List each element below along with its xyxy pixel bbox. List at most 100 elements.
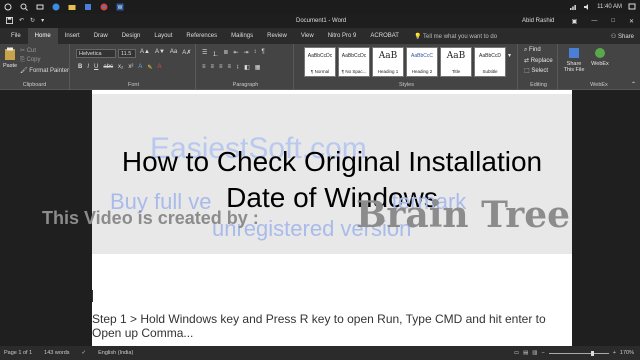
folder-icon[interactable] [68, 3, 76, 11]
undo-icon[interactable]: ↶ [19, 17, 24, 26]
style-title[interactable]: AaB Title [440, 47, 472, 77]
collapse-ribbon-icon[interactable]: ⌃ [631, 81, 636, 88]
tab-view[interactable]: View [294, 28, 321, 44]
select-button[interactable]: ⬚ Select [524, 67, 548, 74]
styles-more-icon[interactable]: ▾ [508, 52, 511, 59]
clock[interactable]: 11:40 AM [597, 4, 622, 10]
document-page[interactable]: EasiestSoft.com How to Check Original In… [42, 90, 572, 346]
style-normal[interactable]: AaBbCcDc ¶ Normal [304, 47, 336, 77]
webex-button[interactable]: WebEx [590, 47, 610, 67]
minimize-icon[interactable]: — [591, 18, 597, 25]
superscript-button[interactable]: x² [128, 64, 133, 71]
print-layout-icon[interactable]: ▤ [523, 350, 528, 356]
read-mode-icon[interactable]: ▭ [514, 350, 519, 356]
zoom-slider[interactable] [548, 350, 609, 356]
underline-button[interactable]: U [94, 64, 98, 71]
tell-me-label: Tell me what you want to do [423, 33, 498, 40]
start-icon[interactable] [4, 3, 12, 11]
word-icon[interactable]: W [116, 3, 124, 11]
close-icon[interactable]: ✕ [629, 18, 634, 25]
page-count[interactable]: Page 1 of 1 [4, 350, 32, 356]
proofing-icon[interactable]: ✓ [82, 350, 87, 356]
taskbar: W 11:40 AM [0, 0, 640, 14]
edge-icon[interactable] [52, 3, 60, 11]
borders-icon[interactable]: ▦ [255, 64, 261, 71]
notification-icon[interactable] [628, 3, 636, 11]
style-no-spacing[interactable]: AaBbCcDc ¶ No Spac... [338, 47, 370, 77]
line-spacing-icon[interactable]: ↨ [236, 64, 239, 71]
save-icon[interactable] [6, 16, 13, 26]
strikethrough-button[interactable]: abc [103, 64, 113, 71]
tab-layout[interactable]: Layout [147, 28, 179, 44]
cut-button[interactable]: ✂ Cut [20, 47, 36, 54]
clipboard-group: Paste ✂ Cut ⎘ Copy 🖌 Format Painter Clip… [0, 44, 70, 90]
redo-icon[interactable]: ↻ [30, 17, 35, 26]
shading-icon[interactable]: ◧ [244, 64, 250, 71]
change-case-icon[interactable]: Aa [170, 49, 177, 56]
tab-references[interactable]: References [179, 28, 224, 44]
zoom-slider-thumb[interactable] [590, 350, 594, 356]
pilcrow-icon[interactable]: ¶ [262, 49, 265, 58]
zoom-out-icon[interactable]: − [541, 350, 544, 356]
font-color-icon[interactable]: A [157, 64, 161, 71]
tab-design[interactable]: Design [115, 28, 148, 44]
shrink-font-icon[interactable]: A▼ [155, 49, 165, 56]
tab-file[interactable]: File [4, 28, 28, 44]
tab-draw[interactable]: Draw [87, 28, 115, 44]
web-layout-icon[interactable]: ▥ [532, 350, 537, 356]
highlight-icon[interactable]: ✎ [147, 64, 152, 71]
multilevel-list-icon[interactable]: ≣ [223, 49, 228, 58]
style-heading-2[interactable]: AaBbCcC Heading 2 [406, 47, 438, 77]
numbering-icon[interactable]: ⒈ [212, 49, 218, 58]
store-icon[interactable] [84, 3, 92, 11]
volume-icon[interactable] [583, 3, 591, 11]
step-paragraph[interactable]: Step 1 > Hold Windows key and Press R ke… [92, 312, 562, 340]
zoom-level[interactable]: 170% [620, 350, 634, 356]
tab-home[interactable]: Home [27, 28, 58, 44]
grow-font-icon[interactable]: A▲ [140, 49, 150, 56]
share-button[interactable]: ⚇ Share [611, 33, 634, 40]
bullets-icon[interactable]: ☰ [202, 49, 207, 58]
clear-formatting-icon[interactable]: A✗ [182, 49, 191, 56]
task-view-icon[interactable] [36, 3, 44, 11]
align-center-icon[interactable]: ≡ [211, 64, 215, 71]
tab-review[interactable]: Review [260, 28, 294, 44]
customize-qat-icon[interactable]: ▾ [41, 17, 44, 26]
document-canvas[interactable]: EasiestSoft.com How to Check Original In… [0, 90, 640, 346]
align-left-icon[interactable]: ≡ [202, 64, 206, 71]
decrease-indent-icon[interactable]: ⇤ [233, 49, 238, 58]
style-heading-1[interactable]: AaB Heading 1 [372, 47, 404, 77]
subscript-button[interactable]: x₂ [118, 64, 123, 71]
font-family-select[interactable]: Helvetica [76, 49, 116, 58]
italic-button[interactable]: I [87, 64, 89, 71]
style-subtitle[interactable]: AaBbCcD Subtitle [474, 47, 506, 77]
font-size-select[interactable]: 11.5 [118, 49, 136, 58]
tab-mailings[interactable]: Mailings [224, 28, 260, 44]
format-painter-button[interactable]: 🖌 Format Painter [20, 67, 69, 74]
chrome-icon[interactable] [100, 3, 108, 11]
tell-me-search[interactable]: 💡 Tell me what you want to do [414, 33, 497, 40]
text-effects-icon[interactable]: A [138, 64, 142, 71]
find-button[interactable]: ⌕ Find [524, 47, 541, 54]
webex-group-label: WebEx [590, 82, 608, 88]
tab-nitro-pro[interactable]: Nitro Pro 9 [321, 28, 364, 44]
word-count[interactable]: 143 words [44, 350, 69, 356]
bold-button[interactable]: B [78, 64, 82, 71]
maximize-icon[interactable]: □ [611, 18, 615, 25]
zoom-in-icon[interactable]: + [613, 350, 616, 356]
tab-insert[interactable]: Insert [58, 28, 87, 44]
tab-acrobat[interactable]: ACROBAT [363, 28, 406, 44]
user-name[interactable]: Abid Rashid [522, 18, 554, 24]
paste-button[interactable]: Paste [3, 47, 17, 69]
justify-icon[interactable]: ≡ [228, 64, 232, 71]
replace-button[interactable]: ⇄ Replace [524, 57, 553, 64]
share-this-file-button[interactable]: Share This File [562, 47, 586, 73]
align-right-icon[interactable]: ≡ [219, 64, 223, 71]
language[interactable]: English (India) [98, 350, 133, 356]
increase-indent-icon[interactable]: ⇥ [243, 49, 248, 58]
copy-button[interactable]: ⎘ Copy [20, 57, 41, 64]
ribbon-display-icon[interactable]: ▣ [572, 18, 578, 25]
search-icon[interactable] [20, 3, 28, 11]
network-icon[interactable] [569, 3, 577, 11]
sort-icon[interactable]: ↕ [254, 49, 257, 58]
